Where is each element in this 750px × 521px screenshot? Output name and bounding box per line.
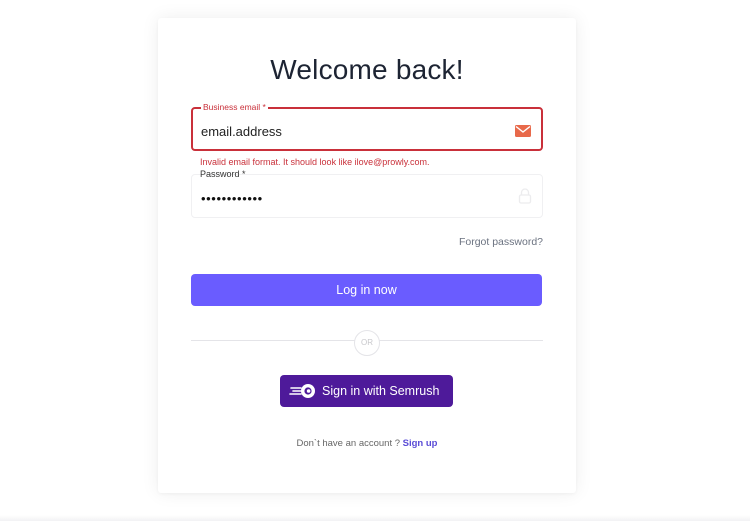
lock-icon — [518, 188, 532, 204]
signup-prompt: Don`t have an account ? — [296, 438, 401, 449]
password-label: Password * — [200, 169, 246, 179]
password-field[interactable]: •••••••••••• — [191, 174, 543, 218]
semrush-logo-icon — [289, 384, 315, 398]
signup-row: Don`t have an account ? Sign up — [158, 438, 576, 449]
email-error-message: Invalid email format. It should look lik… — [200, 157, 430, 167]
login-button[interactable]: Log in now — [191, 274, 542, 306]
semrush-button-label: Sign in with Semrush — [322, 384, 440, 398]
page-bottom-edge — [0, 515, 750, 521]
forgot-password-link[interactable]: Forgot password? — [459, 236, 543, 248]
email-field[interactable]: Business email * email.address — [191, 102, 543, 151]
semrush-sign-in-button[interactable]: Sign in with Semrush — [280, 375, 453, 407]
email-value: email.address — [201, 124, 282, 139]
login-card: Welcome back! Business email * email.add… — [158, 18, 576, 493]
email-label: Business email * — [201, 102, 268, 113]
signup-link[interactable]: Sign up — [403, 438, 438, 449]
or-separator: OR — [354, 330, 380, 356]
mail-icon — [515, 125, 531, 137]
password-value: •••••••••••• — [201, 191, 263, 206]
page-title: Welcome back! — [270, 54, 464, 85]
